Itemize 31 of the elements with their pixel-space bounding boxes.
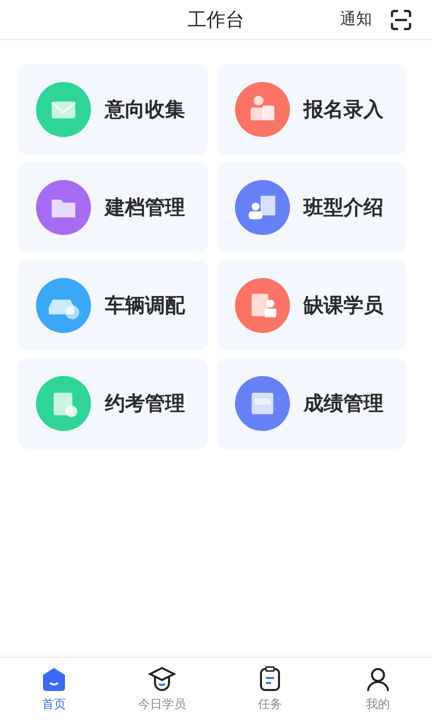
menu-tile[interactable]: 车辆调配 — [18, 260, 208, 351]
tab-item[interactable]: 我的 — [324, 658, 432, 720]
menu-tile[interactable]: 班型介绍 — [216, 162, 406, 253]
scan-icon[interactable] — [390, 8, 412, 30]
tile-label: 缺课学员 — [304, 292, 384, 319]
tile-label: 班型介绍 — [304, 194, 384, 221]
tile-label: 意向收集 — [105, 96, 185, 123]
tab-label: 任务 — [258, 696, 282, 712]
tab-label: 首页 — [42, 696, 66, 712]
graduation-cap-icon — [148, 666, 176, 692]
tile-label: 车辆调配 — [105, 292, 185, 319]
home-icon — [41, 666, 67, 692]
tile-label: 建档管理 — [105, 194, 185, 221]
person-icon — [366, 666, 390, 692]
tab-label: 我的 — [366, 696, 390, 712]
tab-label: 今日学员 — [138, 696, 186, 712]
menu-tile[interactable]: 报名录入 — [216, 64, 406, 155]
tile-label: 报名录入 — [304, 96, 384, 123]
tab-item[interactable]: 任务 — [216, 658, 324, 720]
tab-item[interactable]: 首页 — [0, 658, 108, 720]
menu-tile[interactable]: 缺课学员 — [216, 260, 406, 351]
tile-label: 约考管理 — [105, 390, 185, 417]
menu-tile[interactable]: 约考管理 — [18, 358, 208, 449]
tab-item[interactable]: 今日学员 — [108, 658, 216, 720]
menu-tile[interactable]: 成绩管理 — [216, 358, 406, 449]
menu-tile[interactable]: 意向收集 — [18, 64, 208, 155]
page-title: 工作台 — [188, 8, 244, 32]
notice-link[interactable]: 通知 — [340, 9, 372, 30]
menu-tile[interactable]: 建档管理 — [18, 162, 208, 253]
tile-label: 成绩管理 — [304, 390, 384, 417]
clipboard-icon — [258, 666, 282, 692]
